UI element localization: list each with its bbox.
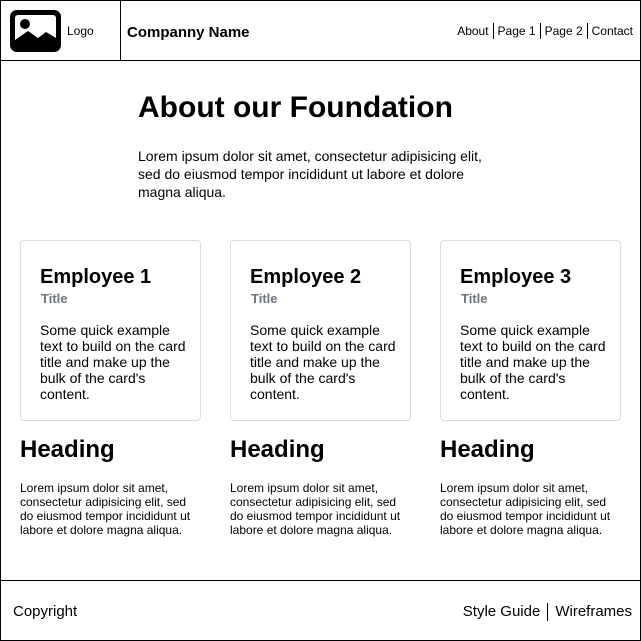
page-frame: Logo Companny Name About Page 1 Page 2 C…: [0, 0, 641, 641]
card-title: Employee 1: [40, 266, 152, 288]
nav-link-contact[interactable]: Contact: [586, 23, 637, 39]
company-name: Companny Name: [127, 24, 250, 41]
main-nav: About Page 1 Page 2 Contact: [453, 23, 637, 39]
card-text: Some quick example text to build on the …: [40, 322, 186, 402]
card-subtitle: Title: [41, 291, 68, 306]
logo-label: Logo: [67, 24, 94, 38]
card-title: Employee 2: [250, 266, 362, 288]
column-text: Lorem ipsum dolor sit amet, consectetur …: [440, 481, 611, 537]
card-text: Some quick example text to build on the …: [460, 322, 606, 402]
logo-area[interactable]: Logo: [1, 1, 121, 60]
employee-card: Employee 2 Title Some quick example text…: [230, 240, 411, 421]
header: Logo Companny Name About Page 1 Page 2 C…: [1, 1, 640, 61]
nav-link-about[interactable]: About: [453, 23, 492, 39]
column-text: Lorem ipsum dolor sit amet, consectetur …: [20, 481, 191, 537]
footer-link-wireframes[interactable]: Wireframes: [547, 603, 632, 621]
employee-card: Employee 3 Title Some quick example text…: [440, 240, 621, 421]
nav-link-page-1[interactable]: Page 1: [492, 23, 540, 39]
footer-link-style-guide[interactable]: Style Guide: [456, 603, 548, 621]
footer-links: Style Guide Wireframes: [456, 603, 632, 621]
column-heading: Heading: [20, 436, 115, 463]
card-title: Employee 3: [460, 266, 572, 288]
copyright-text: Copyright: [13, 603, 78, 620]
column-heading: Heading: [230, 436, 325, 463]
intro-text: Lorem ipsum dolor sit amet, consectetur …: [138, 148, 482, 200]
column-text: Lorem ipsum dolor sit amet, consectetur …: [230, 481, 401, 537]
nav-link-page-2[interactable]: Page 2: [539, 23, 587, 39]
footer: Copyright Style Guide Wireframes: [1, 580, 640, 641]
column-heading: Heading: [440, 436, 535, 463]
card-text: Some quick example text to build on the …: [250, 322, 396, 402]
image-icon: [10, 10, 61, 52]
card-subtitle: Title: [461, 291, 488, 306]
page-title: About our Foundation: [138, 91, 453, 124]
employee-card: Employee 1 Title Some quick example text…: [20, 240, 201, 421]
card-subtitle: Title: [251, 291, 278, 306]
